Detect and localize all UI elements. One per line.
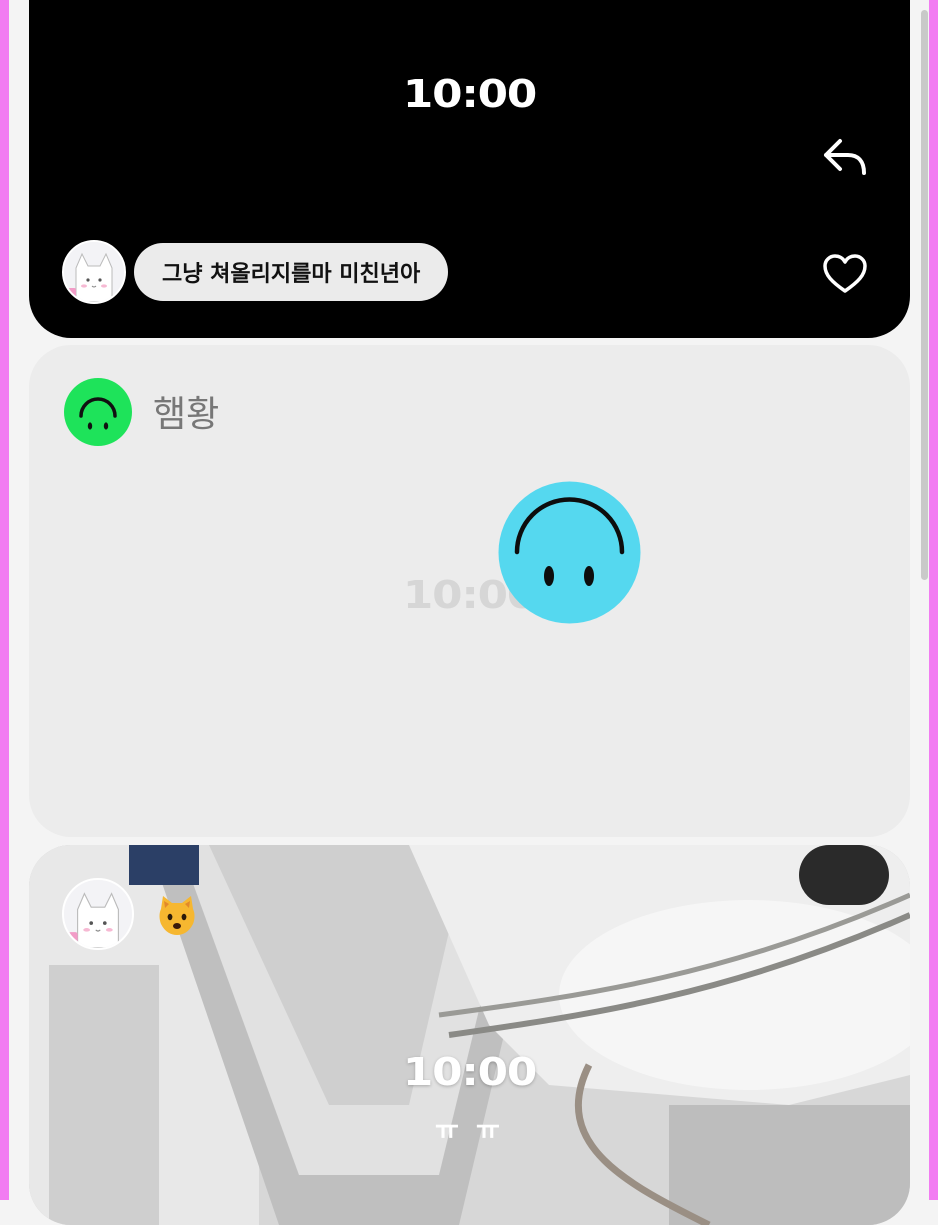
cat-avatar-icon xyxy=(64,880,132,948)
post-card-dark[interactable]: 10:00 그냥 쳐올리지를마 미친년아 xyxy=(29,0,910,338)
upside-down-smiley-icon[interactable] xyxy=(64,378,132,446)
username[interactable]: 햄황 xyxy=(153,385,219,437)
upside-down-smiley-sticker-icon xyxy=(498,481,641,624)
left-accent-border xyxy=(0,0,9,1200)
post-time: 10:00 xyxy=(402,573,538,617)
post-card-sticker[interactable]: 햄황 10:00 xyxy=(29,345,910,837)
cat-face-emoji xyxy=(159,896,195,935)
post-time: 10:00 xyxy=(402,1050,538,1094)
post-time: 10:00 xyxy=(402,72,538,116)
scrollbar[interactable] xyxy=(921,10,928,580)
reply-arrow-icon xyxy=(824,139,866,175)
heart-outline-icon xyxy=(823,254,867,293)
photo-caption: ㅠ ㅠ xyxy=(435,1116,504,1146)
like-button[interactable] xyxy=(821,250,869,298)
cat-avatar-icon xyxy=(64,242,124,302)
right-accent-border xyxy=(929,0,938,1200)
reply-button[interactable] xyxy=(821,133,869,181)
message-bubble: 그냥 쳐올리지를마 미친년아 xyxy=(134,243,449,301)
post-card-photo[interactable]: 10:00 ㅠ ㅠ xyxy=(29,845,910,1225)
avatar[interactable] xyxy=(62,240,126,304)
avatar[interactable] xyxy=(62,878,134,950)
